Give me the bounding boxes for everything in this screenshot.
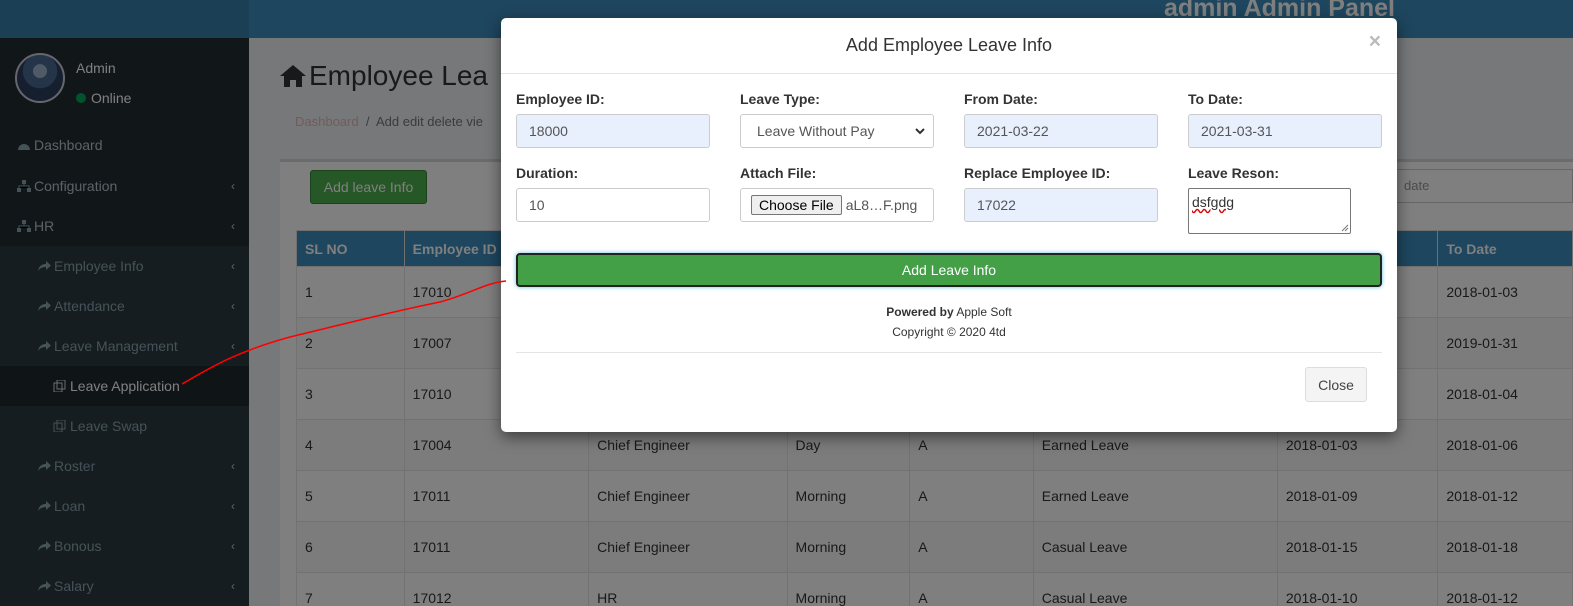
add-leave-info-submit-button[interactable]: Add Leave Info [516, 253, 1382, 287]
employee-id-field[interactable]: 18000 [516, 114, 710, 148]
powered-by-name: Apple Soft [956, 305, 1012, 319]
to-date-field[interactable]: 2021-03-31 [1188, 114, 1382, 148]
leave-type-value: Leave Without Pay [757, 123, 875, 139]
add-leave-modal: Add Employee Leave Info × Employee ID: 1… [501, 18, 1397, 432]
duration-field[interactable]: 10 [516, 188, 710, 222]
from-date-field[interactable]: 2021-03-22 [964, 114, 1158, 148]
chevron-down-icon [915, 128, 925, 135]
replace-employee-group: Replace Employee ID: 17022 [964, 165, 1158, 222]
close-icon[interactable]: × [1369, 30, 1381, 54]
duration-label: Duration: [516, 165, 579, 181]
modal-header: Add Employee Leave Info × [501, 18, 1397, 74]
to-date-group: To Date: 2021-03-31 [1188, 91, 1382, 148]
copyright: Copyright © 2020 4td [892, 325, 1006, 339]
from-date-group: From Date: 2021-03-22 [964, 91, 1158, 148]
leave-reason-group: Leave Reson: dsfgdg [1188, 165, 1351, 234]
leave-type-select[interactable]: Leave Without Pay [740, 114, 934, 148]
leave-reason-label: Leave Reson: [1188, 165, 1280, 181]
leave-reason-textarea[interactable]: dsfgdg [1188, 188, 1351, 234]
leave-reason-text: dsfgdg [1192, 194, 1235, 210]
duration-group: Duration: 10 [516, 165, 710, 222]
close-button[interactable]: Close [1305, 367, 1367, 402]
choose-file-button[interactable]: Choose File [751, 195, 842, 215]
modal-title: Add Employee Leave Info [845, 35, 1053, 55]
modal-footer-divider [516, 352, 1382, 353]
replace-employee-id-field[interactable]: 17022 [964, 188, 1158, 222]
employee-id-label: Employee ID: [516, 91, 605, 107]
attach-file-group: Attach File: Choose File aL8…F.png [740, 165, 934, 222]
replace-employee-id-label: Replace Employee ID: [964, 165, 1111, 181]
employee-id-group: Employee ID: 18000 [516, 91, 710, 148]
file-name: aL8…F.png [845, 197, 918, 213]
powered-by: Powered by Apple Soft [501, 305, 1397, 319]
attach-file-label: Attach File: [740, 165, 817, 181]
resize-handle-icon[interactable] [1341, 224, 1349, 232]
leave-type-label: Leave Type: [740, 91, 820, 107]
attach-file-input[interactable]: Choose File aL8…F.png [740, 188, 934, 222]
to-date-label: To Date: [1188, 91, 1243, 107]
leave-type-group: Leave Type: Leave Without Pay [740, 91, 934, 148]
powered-by-label: Powered by [886, 305, 954, 319]
from-date-label: From Date: [964, 91, 1038, 107]
